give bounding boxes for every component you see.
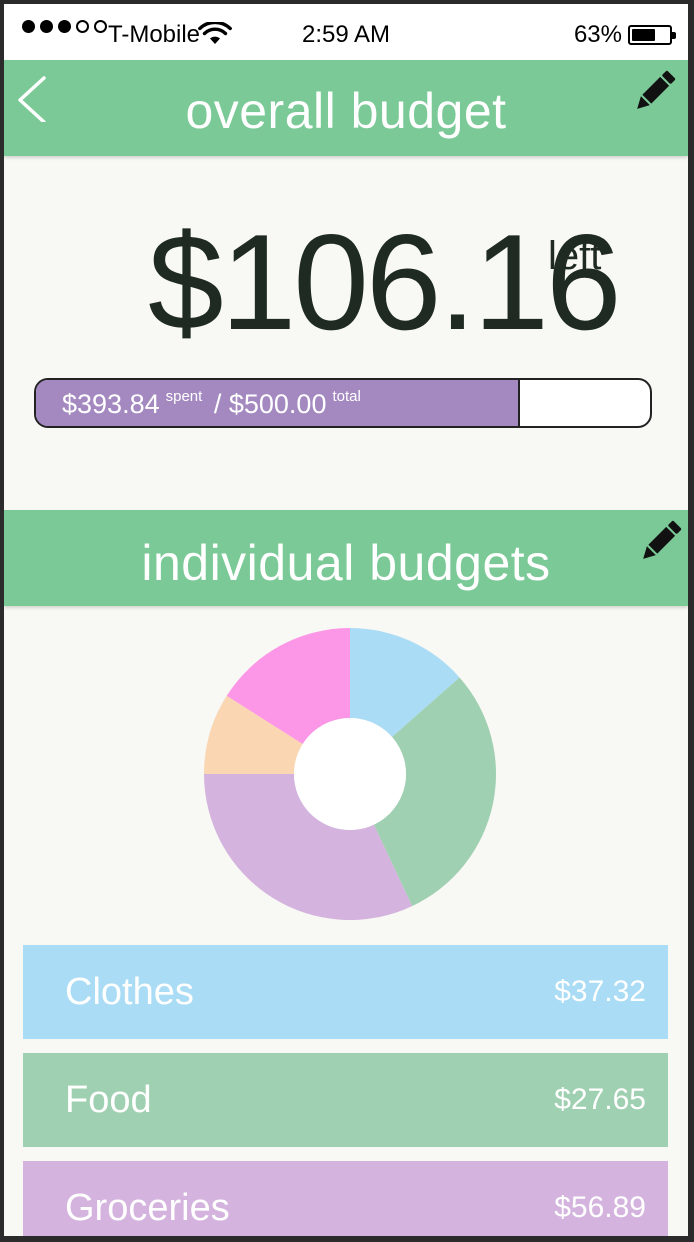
page-title: overall budget [185, 83, 507, 139]
battery-level [632, 29, 655, 41]
battery-icon [628, 25, 676, 45]
phone-screen: T-Mobile 2:59 AM 63% overall budget $106… [4, 4, 688, 1236]
separator: / [213, 389, 222, 419]
spent-label: spent [165, 388, 203, 405]
status-bar: T-Mobile 2:59 AM 63% [4, 4, 688, 60]
category-amount: $27.65 [554, 1083, 646, 1116]
category-amount: $56.89 [554, 1191, 646, 1224]
spent-amount: $393.84 [62, 389, 160, 419]
category-row-food[interactable]: Food $27.65 [23, 1053, 668, 1147]
pencil-icon[interactable] [634, 70, 676, 112]
donut-hole [294, 718, 406, 830]
category-row-groceries[interactable]: Groceries $56.89 [23, 1161, 668, 1236]
category-amount: $37.32 [554, 975, 646, 1008]
progress-text: $393.84 spent / $500.00 total [62, 388, 365, 420]
remaining-suffix: left [548, 234, 602, 278]
category-label: Groceries [65, 1187, 230, 1229]
battery-nub [672, 32, 676, 39]
budget-progress-bar: $393.84 spent / $500.00 total [34, 378, 652, 428]
category-label: Clothes [65, 971, 194, 1013]
battery-percent: 63% [573, 21, 622, 48]
total-label: total [332, 388, 361, 405]
remaining-budget: $106.16 left [148, 214, 622, 350]
individual-budgets-header: individual budgets [4, 510, 688, 606]
category-row-clothes[interactable]: Clothes $37.32 [23, 945, 668, 1039]
section-title: individual budgets [141, 535, 551, 591]
overall-budget-header: overall budget [4, 60, 688, 156]
category-label: Food [65, 1079, 152, 1121]
total-amount: $500.00 [228, 389, 327, 419]
pencil-icon[interactable] [640, 520, 682, 562]
budget-donut-chart[interactable] [200, 624, 500, 924]
